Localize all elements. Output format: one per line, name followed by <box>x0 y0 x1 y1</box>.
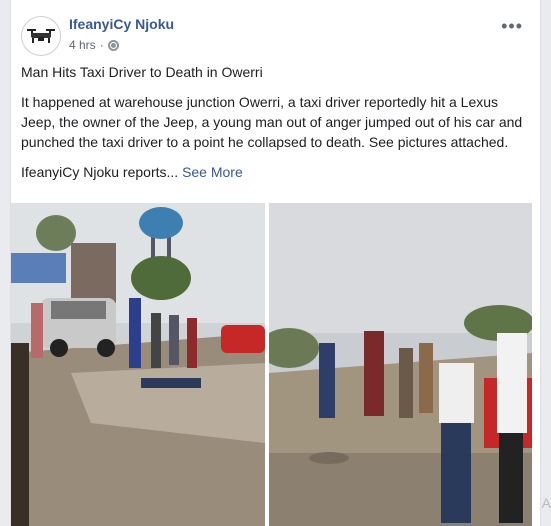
post-text: Man Hits Taxi Driver to Death in Owerri … <box>21 62 526 192</box>
post-time[interactable]: 4 hrs <box>69 38 96 52</box>
author-avatar[interactable] <box>21 16 61 56</box>
photo-grid <box>11 203 540 526</box>
drone-icon <box>27 29 55 43</box>
photo-left[interactable] <box>11 203 265 526</box>
see-more-link[interactable]: See More <box>182 164 243 180</box>
post-body: It happened at warehouse junction Owerri… <box>21 94 523 150</box>
post-card: IfeanyiCy Njoku 4 hrs · ••• Man Hits Tax… <box>10 0 541 526</box>
post-header: IfeanyiCy Njoku 4 hrs · ••• <box>21 10 531 56</box>
globe-icon[interactable] <box>107 39 119 51</box>
post-meta: 4 hrs · <box>69 38 119 52</box>
author-name[interactable]: IfeanyiCy Njoku <box>69 16 174 32</box>
edge-glyph: A <box>541 495 551 511</box>
post-title: Man Hits Taxi Driver to Death in Owerri <box>21 64 263 80</box>
post-footer: IfeanyiCy Njoku reports... See More <box>21 162 526 182</box>
more-options-icon[interactable]: ••• <box>501 16 523 37</box>
post-footer-text: IfeanyiCy Njoku reports... <box>21 164 179 180</box>
photo-right[interactable] <box>269 203 532 526</box>
meta-separator: · <box>99 38 104 52</box>
